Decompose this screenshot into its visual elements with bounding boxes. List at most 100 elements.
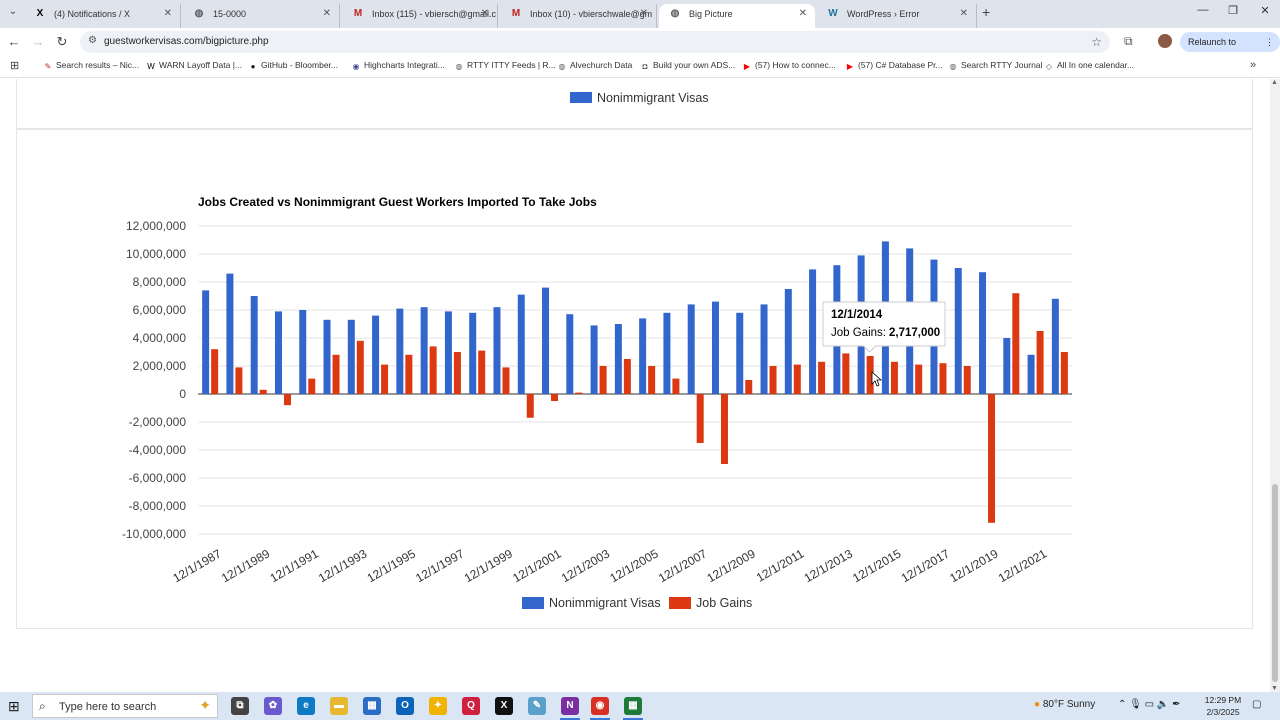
legend-label[interactable]: Job Gains (696, 596, 752, 610)
speaker-icon[interactable]: 🔈 (1157, 699, 1169, 710)
job-gain-bar[interactable] (1036, 331, 1044, 394)
network-icon[interactable]: ▭ (1145, 699, 1154, 710)
job-gain-bar[interactable] (988, 394, 996, 523)
job-gain-bar[interactable] (429, 346, 437, 394)
new-tab-plus-icon[interactable]: + (982, 4, 990, 20)
job-gain-bar[interactable] (915, 364, 923, 394)
visa-bar[interactable] (711, 301, 719, 394)
job-gain-bar[interactable] (332, 354, 340, 394)
job-gain-bar[interactable] (283, 394, 291, 406)
job-gain-bar[interactable] (720, 394, 728, 464)
job-gain-bar[interactable] (623, 359, 631, 394)
visa-bar[interactable] (809, 269, 817, 394)
browser-tab[interactable]: W WordPress › Error ✕ (817, 4, 977, 28)
profile-avatar[interactable] (1158, 34, 1172, 48)
job-gain-bar[interactable] (478, 350, 486, 394)
job-gain-bar[interactable] (356, 340, 364, 394)
visa-bar[interactable] (444, 311, 452, 394)
visa-bar[interactable] (542, 287, 550, 394)
legend-swatch[interactable] (669, 597, 691, 609)
bookmark-item[interactable]: ✎ Search results – Nic... (43, 60, 140, 72)
job-gain-bar[interactable] (890, 361, 898, 394)
site-info-icon[interactable]: ⚙ (88, 35, 97, 46)
back-arrow-icon[interactable]: ← (5, 34, 23, 49)
job-gain-bar[interactable] (818, 361, 826, 394)
job-gain-bar[interactable] (939, 363, 947, 394)
visa-bar[interactable] (493, 307, 501, 394)
address-bar[interactable]: ⚙ guestworkervisas.com/bigpicture.php ☆ (80, 31, 1110, 53)
windows-start-icon[interactable]: ⊞ (8, 698, 20, 715)
x-logo-icon[interactable]: X (495, 697, 513, 715)
job-gain-bar[interactable] (842, 353, 850, 394)
visa-bar[interactable] (420, 307, 428, 394)
tab-search-menu-icon[interactable]: ⌄ (4, 6, 22, 22)
visa-bar[interactable] (1051, 298, 1059, 394)
visa-bar[interactable] (614, 324, 622, 394)
copilot-icon[interactable]: ✿ (264, 697, 282, 715)
visa-bar[interactable] (323, 319, 331, 394)
visa-bar[interactable] (639, 318, 647, 394)
forward-arrow-icon[interactable]: → (29, 34, 47, 49)
chrome-icon[interactable]: ◉ (591, 697, 609, 715)
bookmark-item[interactable]: W WARN Layoff Data |... (146, 60, 242, 72)
bookmark-item[interactable]: ◘ Build your own ADS... (640, 60, 736, 72)
prev-legend-item[interactable]: Nonimmigrant Visas (570, 91, 709, 105)
browser-tab[interactable]: ◍ 15-0000 ✕ (183, 4, 340, 28)
visa-bar[interactable] (469, 312, 477, 394)
more-menu-icon[interactable]: ⋮ (1265, 32, 1274, 52)
bookmark-item[interactable]: ◇ All In one calendar... (1044, 60, 1134, 72)
page-scrollbar[interactable]: ▲ ▼ (1270, 79, 1280, 692)
visa-bar[interactable] (202, 290, 210, 394)
bookmarks-overflow-icon[interactable]: » (1250, 59, 1256, 71)
pen-icon[interactable]: ✒ (1172, 699, 1180, 710)
legend-label[interactable]: Nonimmigrant Visas (549, 596, 661, 610)
grid-app-icon[interactable]: ▦ (624, 697, 642, 715)
file-explorer-icon[interactable]: ▬ (330, 697, 348, 715)
job-gain-bar[interactable] (696, 394, 704, 443)
visa-bar[interactable] (590, 325, 598, 394)
visa-bar[interactable] (299, 310, 307, 394)
taskbar-search-box[interactable]: ⌕ Type here to search ✦ (32, 694, 218, 718)
job-gain-bar[interactable] (648, 366, 656, 394)
visa-bar[interactable] (347, 319, 355, 394)
job-gain-bar[interactable] (575, 392, 583, 394)
store-icon[interactable]: ▦ (363, 697, 381, 715)
job-gain-bar[interactable] (963, 366, 971, 394)
scroll-down-arrow-icon[interactable]: ▼ (1271, 685, 1278, 692)
apps-grid-icon[interactable]: ⊞ (10, 59, 19, 72)
scroll-up-arrow-icon[interactable]: ▲ (1271, 79, 1278, 86)
job-gain-bar[interactable] (502, 367, 510, 394)
minimize-icon[interactable]: — (1188, 4, 1218, 16)
job-gain-bar[interactable] (1060, 352, 1068, 394)
scrollbar-thumb[interactable] (1272, 484, 1278, 682)
visa-bar[interactable] (226, 273, 234, 394)
browser-tab[interactable]: M Inbox (10) - vbierschwale@gm ✕ (500, 4, 657, 28)
visa-bar[interactable] (760, 304, 768, 394)
bookmark-item[interactable]: ▶ (57) How to connec... (742, 60, 836, 72)
browser-tab[interactable]: X (4) Notifications / X ✕ (24, 4, 181, 28)
visa-bar[interactable] (784, 289, 792, 394)
notes-icon[interactable]: ✎ (528, 697, 546, 715)
edge-icon[interactable]: e (297, 697, 315, 715)
job-gain-bar[interactable] (599, 366, 607, 394)
visa-bar[interactable] (663, 312, 671, 394)
bookmark-item[interactable]: ● GitHub - Bloomber... (248, 60, 338, 72)
visa-bar[interactable] (396, 308, 404, 394)
visa-bar[interactable] (566, 314, 574, 394)
tab-close-icon[interactable]: ✕ (481, 4, 489, 24)
weather-widget[interactable]: ● 80°F Sunny (1034, 699, 1095, 710)
job-gain-bar[interactable] (793, 364, 801, 394)
job-gain-bar[interactable] (308, 378, 316, 394)
visa-bar[interactable] (687, 304, 695, 394)
tab-close-icon[interactable]: ✕ (960, 4, 968, 24)
notifications-icon[interactable]: ▢ (1252, 699, 1261, 710)
task-view-icon[interactable]: ⧉ (231, 697, 249, 715)
job-gain-bar[interactable] (769, 366, 777, 394)
browser-tab[interactable]: ◍ Big Picture ✕ (659, 4, 815, 28)
tab-close-icon[interactable]: ✕ (799, 4, 807, 24)
show-hidden-icons-chevron-icon[interactable]: ⌃ (1118, 699, 1126, 710)
job-gain-bar[interactable] (259, 389, 267, 394)
visa-bar[interactable] (250, 296, 258, 394)
bookmark-item[interactable]: ▶ (57) C# Database Pr... (845, 60, 943, 72)
job-gain-bar[interactable] (526, 394, 534, 418)
